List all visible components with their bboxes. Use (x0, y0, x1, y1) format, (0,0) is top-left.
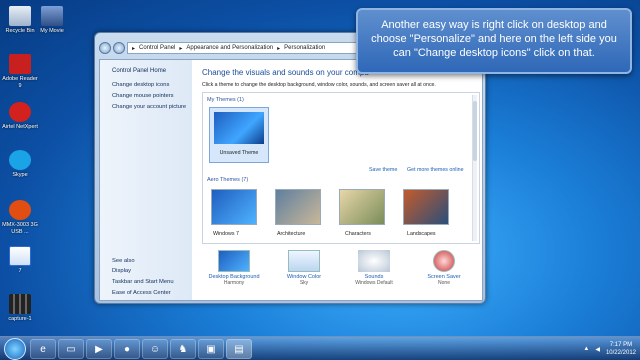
option-value: Windows Default (355, 280, 393, 286)
change-desktop-icons-link[interactable]: Change desktop icons (112, 82, 169, 88)
firefox-icon[interactable]: ● (114, 339, 140, 359)
personalization-content: Change the visuals and sounds on your co… (198, 60, 482, 300)
mmx-icon (9, 200, 31, 220)
media-player-icon[interactable]: ▶ (86, 339, 112, 359)
breadcrumb-personalization[interactable]: Personalization (284, 45, 325, 51)
desktop-icon-label: Skype (12, 172, 28, 178)
skype-icon (9, 150, 31, 170)
document-icon (9, 246, 31, 266)
theme-characters[interactable] (339, 189, 385, 225)
desktop-icon-airtel[interactable]: Airtel NetXpert (0, 102, 40, 131)
sounds-option[interactable]: Sounds Windows Default (342, 250, 406, 286)
desktop-icon-label: 7 (18, 268, 22, 274)
system-tray: ▲ ◀ 7:17 PM 10/22/2012 (583, 339, 636, 359)
theme-list: My Themes (1) Unsaved Theme Save theme G… (202, 92, 480, 244)
window-color-icon (288, 250, 320, 272)
desktop-icon-label: MMX-3003 3G USB ... (2, 222, 38, 235)
window-client: Control Panel Home Change desktop icons … (99, 59, 483, 301)
page-description: Click a theme to change the desktop back… (202, 82, 436, 88)
taskbar: e ▭ ▶ ● ☺ ♞ ▣ ▤ ▲ ◀ 7:17 PM 10/22/2012 (0, 336, 640, 360)
aero-themes-heading: Aero Themes (7) (207, 177, 249, 183)
clock-time: 7:17 PM (609, 342, 633, 348)
ie-icon[interactable]: e (30, 339, 56, 359)
sounds-icon (358, 250, 390, 272)
volume-icon[interactable]: ◀ (595, 346, 600, 353)
my-themes-heading: My Themes (1) (207, 97, 244, 103)
theme-label: Landscapes (407, 231, 436, 237)
scrollbar-thumb[interactable] (473, 101, 477, 161)
change-mouse-pointers-link[interactable]: Change mouse pointers (112, 93, 174, 99)
page-title: Change the visuals and sounds on your co… (202, 68, 369, 77)
desktop-icon-label: capture-1 (8, 316, 32, 322)
folder-icon: ▸ (132, 45, 136, 52)
breadcrumb-control-panel[interactable]: Control Panel (139, 45, 175, 51)
theme-label: Architecture (277, 231, 306, 237)
theme-windows-7[interactable] (211, 189, 257, 225)
adobe-reader-icon (9, 54, 31, 74)
recycle-bin-icon (9, 6, 31, 26)
start-button[interactable] (4, 338, 26, 360)
messenger-icon[interactable]: ☺ (142, 339, 168, 359)
airtel-icon (9, 102, 31, 122)
desktop-background-option[interactable]: Desktop Background Harmony (202, 250, 266, 286)
desktop-icon-adobe-reader[interactable]: Adobe Reader 9 (0, 54, 40, 89)
desktop-icon-capture[interactable]: capture-1 (0, 294, 40, 323)
save-theme-link[interactable]: Save theme (369, 167, 397, 173)
display-link[interactable]: Display (112, 268, 131, 274)
capture-icon (9, 294, 31, 314)
see-also-heading: See also (112, 258, 135, 264)
change-account-picture-link[interactable]: Change your account picture (112, 104, 186, 110)
screen-saver-icon (433, 250, 455, 272)
ease-of-access-link[interactable]: Ease of Access Center (112, 290, 171, 296)
desktop-icon-mmx[interactable]: MMX-3003 3G USB ... (0, 200, 40, 235)
image-icon[interactable]: ▣ (198, 339, 224, 359)
movie-icon (41, 6, 63, 26)
theme-label: Windows 7 (213, 231, 239, 237)
theme-list-scrollbar[interactable] (472, 95, 477, 241)
game-icon[interactable]: ♞ (170, 339, 196, 359)
get-more-themes-link[interactable]: Get more themes online (407, 167, 464, 173)
desktop-icon-document[interactable]: 7 (0, 246, 40, 275)
option-value: None (438, 280, 450, 286)
desktop-background-icon (218, 250, 250, 272)
forward-button[interactable] (113, 42, 125, 54)
control-panel-home-link[interactable]: Control Panel Home (112, 68, 166, 74)
network-icon[interactable]: ▲ (583, 346, 589, 352)
theme-preview (214, 112, 264, 144)
taskbar-start-menu-link[interactable]: Taskbar and Start Menu (112, 279, 174, 285)
explorer-icon[interactable]: ▭ (58, 339, 84, 359)
option-value: Sky (299, 280, 309, 286)
theme-label: Unsaved Theme (219, 150, 259, 156)
theme-architecture[interactable] (275, 189, 321, 225)
desktop-icon-skype[interactable]: Skype (0, 150, 40, 179)
screen-saver-option[interactable]: Screen Saver None (412, 250, 476, 286)
desktop-icon-label: Airtel NetXpert (2, 124, 38, 130)
theme-unsaved[interactable]: Unsaved Theme (209, 107, 269, 163)
theme-label: Characters (345, 231, 371, 237)
control-panel-icon[interactable]: ▤ (226, 339, 252, 359)
desktop-icon-my-movie[interactable]: My Movie (32, 6, 72, 35)
desktop-icon-label: Adobe Reader 9 (2, 76, 38, 89)
theme-landscapes[interactable] (403, 189, 449, 225)
desktop-icon-label: My Movie (40, 28, 64, 34)
tutorial-callout: Another easy way is right click on deskt… (356, 8, 632, 74)
clock[interactable]: 7:17 PM 10/22/2012 (606, 341, 636, 357)
window-color-option[interactable]: Window Color Sky (272, 250, 336, 286)
clock-date: 10/22/2012 (605, 350, 636, 356)
left-navigation: Control Panel Home Change desktop icons … (100, 60, 192, 300)
breadcrumb-appearance[interactable]: Appearance and Personalization (186, 45, 273, 51)
back-button[interactable] (99, 42, 111, 54)
option-value: Harmony (223, 280, 245, 286)
